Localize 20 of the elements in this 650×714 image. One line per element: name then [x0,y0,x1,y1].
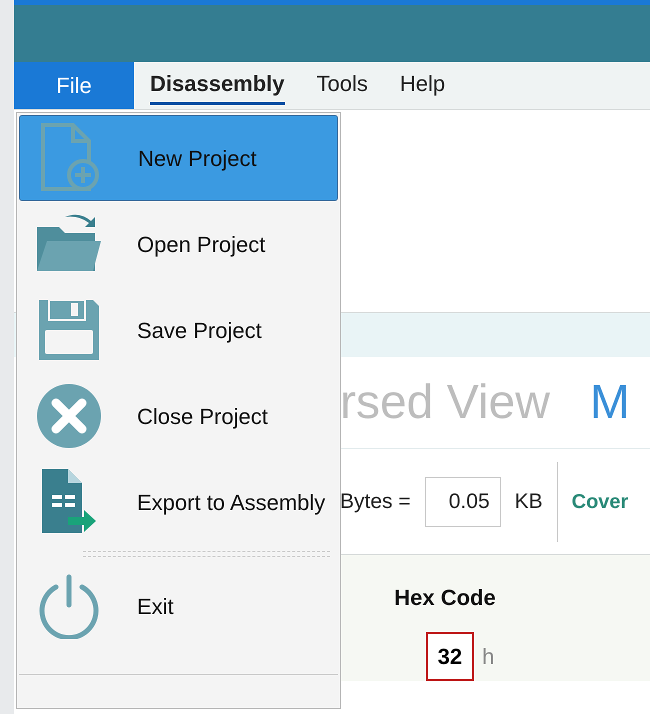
close-icon [36,383,102,449]
hex-value: 32 [426,632,474,681]
file-menu-button[interactable]: File [14,62,134,109]
file-menu-item[interactable]: Close Project [19,373,338,459]
hex-heading: Hex Code [394,584,496,612]
size-field[interactable]: 0.05 [424,476,501,526]
file-menu-item[interactable]: Open Project [19,201,338,287]
new-document-icon [39,123,101,193]
file-menu-item[interactable]: Save Project [19,287,338,373]
file-menu-item[interactable]: Export to Assembly [19,459,338,545]
hex-suffix: h [482,643,494,671]
export-document-icon [40,469,98,535]
menu-tab[interactable]: Tools [316,66,368,104]
menu-tab[interactable]: Help [400,66,446,104]
cover-link[interactable]: Cover [572,486,628,516]
bytes-label: Bytes = [340,488,411,515]
file-menu-item[interactable]: Exit [19,563,338,649]
unit-label: KB [514,488,543,515]
menu-tab[interactable]: Disassembly [150,66,285,104]
file-menu-item[interactable]: New Project [19,115,338,201]
